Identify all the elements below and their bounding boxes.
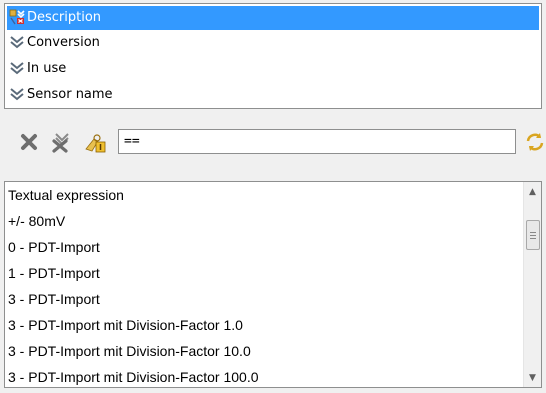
filter-toolbar <box>0 120 546 170</box>
column-item-description[interactable]: Description <box>7 6 539 30</box>
column-item-conversion[interactable]: Conversion <box>5 30 541 56</box>
grip-icon <box>530 231 536 239</box>
column-item-in-use[interactable]: In use <box>5 56 541 82</box>
chevron-double-down-icon <box>10 88 24 101</box>
filter-panel: Description Conversion In use Sensor nam… <box>0 0 546 393</box>
list-item[interactable]: +/- 80mV <box>5 208 541 234</box>
column-item-label: Conversion <box>27 35 100 50</box>
chevron-double-down-icon <box>10 36 24 49</box>
column-list[interactable]: Description Conversion In use Sensor nam… <box>4 3 542 109</box>
scroll-down-arrow-icon[interactable]: ▼ <box>524 369 541 386</box>
chevron-double-down-icon <box>10 62 24 75</box>
list-item[interactable]: 1 - PDT-Import <box>5 260 541 286</box>
column-item-label: Sensor name <box>27 87 113 102</box>
list-item[interactable]: 3 - PDT-Import mit Division-Factor 10.0 <box>5 338 541 364</box>
column-item-sensor-name[interactable]: Sensor name <box>5 82 541 108</box>
filter-lock-button[interactable] <box>84 131 106 153</box>
values-list[interactable]: Textual expression +/- 80mV 0 - PDT-Impo… <box>4 181 542 388</box>
scroll-up-arrow-icon[interactable]: ▲ <box>524 183 541 200</box>
clear-all-filters-button[interactable] <box>50 131 72 153</box>
list-item[interactable]: 3 - PDT-Import mit Division-Factor 100.0 <box>5 364 541 387</box>
column-item-label: In use <box>27 61 67 76</box>
vertical-scrollbar[interactable]: ▲ ▼ <box>523 182 541 387</box>
scroll-thumb[interactable] <box>526 220 540 250</box>
column-item-label: Description <box>27 10 102 25</box>
column-special-icon <box>9 9 25 25</box>
clear-filter-button[interactable] <box>18 131 40 153</box>
list-item[interactable]: 0 - PDT-Import <box>5 234 541 260</box>
refresh-arrows-icon[interactable] <box>524 131 546 153</box>
list-item[interactable]: 3 - PDT-Import <box>5 286 541 312</box>
list-item[interactable]: 3 - PDT-Import mit Division-Factor 1.0 <box>5 312 541 338</box>
values-list-header[interactable]: Textual expression <box>5 182 541 208</box>
filter-expression-input[interactable] <box>118 129 516 154</box>
